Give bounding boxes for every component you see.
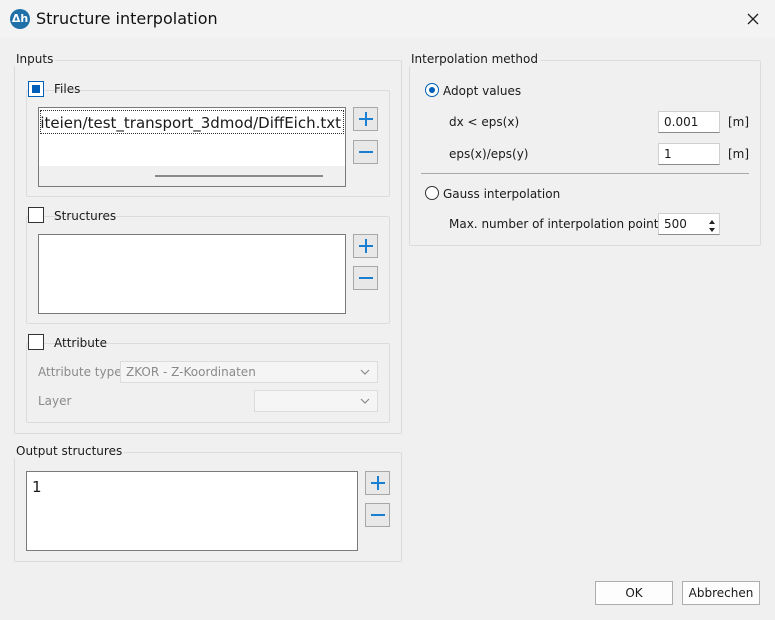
attribute-checkbox[interactable] bbox=[28, 334, 44, 350]
files-list[interactable]: iteien/test_transport_3dmod/DiffEich.txt bbox=[38, 107, 346, 187]
minus-icon bbox=[358, 151, 373, 153]
layer-label: Layer bbox=[38, 394, 72, 408]
ratio-unit: [m] bbox=[728, 147, 750, 161]
method-group-label: Interpolation method bbox=[409, 52, 540, 66]
dx-unit: [m] bbox=[728, 115, 750, 129]
adopt-values-radio[interactable] bbox=[425, 83, 439, 97]
plus-icon bbox=[358, 239, 373, 253]
minus-icon bbox=[358, 277, 373, 279]
method-separator bbox=[421, 173, 749, 174]
files-list-item[interactable]: iteien/test_transport_3dmod/DiffEich.txt bbox=[40, 110, 344, 134]
minus-icon bbox=[370, 514, 385, 516]
add-file-button[interactable] bbox=[353, 107, 378, 131]
structures-label: Structures bbox=[54, 209, 117, 223]
triangle-down-icon bbox=[709, 228, 715, 232]
cancel-button[interactable]: Abbrechen bbox=[682, 581, 760, 605]
layer-select bbox=[254, 390, 378, 412]
ratio-label: eps(x)/eps(y) bbox=[449, 147, 529, 161]
files-label: Files bbox=[54, 82, 81, 96]
structures-list[interactable] bbox=[38, 234, 346, 314]
chevron-down-icon bbox=[360, 398, 370, 404]
chevron-down-icon bbox=[360, 369, 370, 375]
max-points-label: Max. number of interpolation points bbox=[449, 217, 665, 231]
max-points-value[interactable]: 500 bbox=[664, 217, 687, 231]
attribute-label: Attribute bbox=[54, 336, 107, 350]
spin-down-button[interactable] bbox=[707, 224, 717, 233]
remove-output-button[interactable] bbox=[365, 503, 390, 527]
attribute-type-value: ZKOR - Z-Koordinaten bbox=[126, 365, 256, 379]
remove-file-button[interactable] bbox=[353, 140, 378, 164]
inputs-group-label: Inputs bbox=[14, 52, 56, 66]
gauss-radio[interactable] bbox=[425, 186, 439, 200]
remove-structure-button[interactable] bbox=[353, 266, 378, 290]
scrollbar-thumb[interactable] bbox=[155, 175, 323, 177]
close-button[interactable] bbox=[731, 0, 775, 38]
ok-button[interactable]: OK bbox=[595, 581, 673, 605]
max-points-spinbox[interactable]: 500 bbox=[658, 213, 720, 235]
dx-label: dx < eps(x) bbox=[449, 115, 520, 129]
adopt-values-label: Adopt values bbox=[443, 84, 522, 98]
output-list[interactable]: 1 bbox=[26, 471, 358, 551]
plus-icon bbox=[358, 112, 373, 126]
ratio-input[interactable]: 1 bbox=[658, 143, 720, 165]
attribute-type-label: Attribute type bbox=[38, 365, 122, 379]
gauss-label: Gauss interpolation bbox=[443, 187, 561, 201]
add-structure-button[interactable] bbox=[353, 234, 378, 258]
close-icon bbox=[747, 13, 759, 25]
spin-up-button[interactable] bbox=[707, 215, 717, 224]
files-checkbox[interactable] bbox=[28, 81, 44, 97]
dx-input[interactable]: 0.001 bbox=[658, 111, 720, 133]
window-title: Structure interpolation bbox=[36, 9, 218, 28]
add-output-button[interactable] bbox=[365, 471, 390, 495]
output-list-item[interactable]: 1 bbox=[32, 478, 42, 496]
title-bar: Δh Structure interpolation bbox=[0, 0, 775, 38]
app-logo-icon: Δh bbox=[10, 9, 30, 29]
structures-checkbox[interactable] bbox=[28, 207, 44, 223]
output-group-label: Output structures bbox=[14, 444, 125, 458]
files-list-scrollbar[interactable] bbox=[39, 166, 345, 186]
plus-icon bbox=[370, 476, 385, 490]
attribute-type-select: ZKOR - Z-Koordinaten bbox=[120, 361, 378, 383]
